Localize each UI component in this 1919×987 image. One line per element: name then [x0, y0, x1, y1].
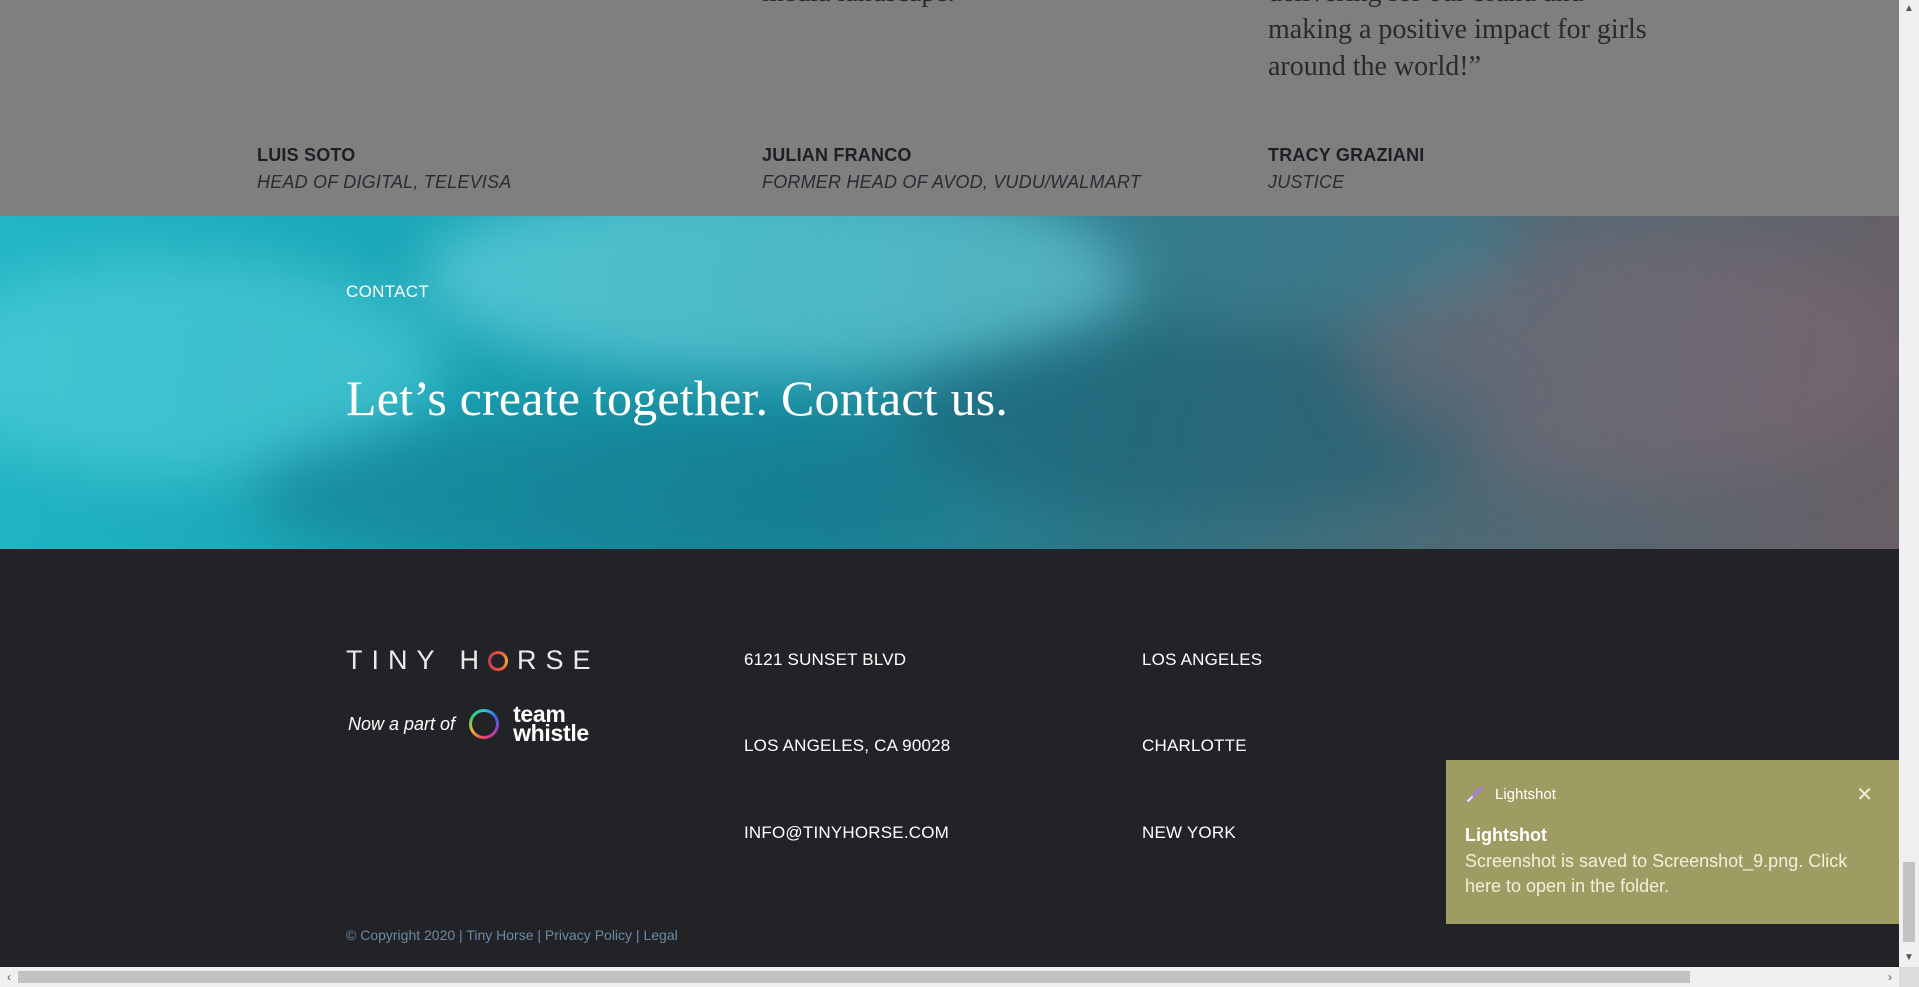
testimonials-section: media landscape.” delivering for our bra… [0, 0, 1899, 216]
scroll-left-arrow-icon[interactable]: ‹ [0, 967, 18, 987]
toast-title: Lightshot [1465, 825, 1547, 845]
author-role: HEAD OF DIGITAL, TELEVISA [257, 172, 512, 192]
address-city-zip: LOS ANGELES, CA 90028 [744, 736, 951, 755]
contact-eyebrow: CONTACT [346, 282, 429, 301]
testimonial-author: JULIAN FRANCO FORMER HEAD OF AVOD, VUDU/… [762, 145, 1141, 193]
city-los-angeles: LOS ANGELES [1142, 650, 1263, 669]
now-part-of-text: Now a part of [348, 713, 456, 734]
team-whistle-badge: Now a part of team whistle [348, 703, 589, 746]
author-name: JULIAN FRANCO [762, 145, 912, 165]
toast-message[interactable]: Screenshot is saved to Screenshot_9.png.… [1465, 849, 1865, 899]
city-charlotte: CHARLOTTE [1142, 736, 1247, 755]
contact-hero: CONTACT Let’s create together. Contact u… [0, 216, 1899, 549]
toast-app-name: Lightshot [1495, 785, 1556, 803]
toast-header: Lightshot [1465, 784, 1556, 804]
scrollbar-corner [1899, 967, 1919, 987]
legal-link[interactable]: Legal [643, 927, 677, 943]
tiny-horse-logo[interactable]: TINY H RSE [346, 645, 600, 676]
city-new-york: NEW YORK [1142, 823, 1236, 842]
email-link[interactable]: INFO@TINYHORSE.COM [744, 823, 949, 843]
page-viewport: media landscape.” delivering for our bra… [0, 0, 1899, 967]
copyright-separator: | [632, 927, 644, 943]
testimonial-quote: media landscape.” [762, 0, 1202, 11]
logo-wordmark: TINY H RSE [346, 645, 600, 675]
team-whistle-ring-icon [469, 709, 499, 739]
scroll-up-arrow-icon[interactable]: ▲ [1899, 0, 1919, 18]
testimonial-author: TRACY GRAZIANI JUSTICE [1268, 145, 1424, 193]
author-name: TRACY GRAZIANI [1268, 145, 1425, 165]
logo-o-ring-icon [488, 651, 508, 671]
horizontal-scrollbar[interactable]: ‹ › [0, 967, 1899, 987]
author-role: JUSTICE [1268, 172, 1345, 192]
logo-text-right: RSE [517, 645, 600, 675]
team-whistle-line2: whistle [513, 720, 589, 746]
lightshot-notification[interactable]: Lightshot ✕ Lightshot Screenshot is save… [1446, 760, 1899, 924]
privacy-policy-link[interactable]: Privacy Policy [545, 927, 632, 943]
scroll-down-arrow-icon[interactable]: ▼ [1899, 949, 1919, 967]
copyright-text: © Copyright 2020 | Tiny Horse | [346, 927, 545, 943]
contact-headline-link[interactable]: Let’s create together. Contact us. [346, 369, 1008, 427]
address-street: 6121 SUNSET BLVD [744, 650, 907, 669]
scroll-right-arrow-icon[interactable]: › [1881, 967, 1899, 987]
logo-text-left: TINY H [346, 645, 489, 675]
testimonial-author: LUIS SOTO HEAD OF DIGITAL, TELEVISA [257, 145, 511, 193]
close-icon[interactable]: ✕ [1856, 782, 1873, 807]
team-whistle-wordmark: team whistle [513, 703, 589, 746]
vertical-scroll-thumb[interactable] [1903, 862, 1915, 942]
copyright-line: © Copyright 2020 | Tiny Horse | Privacy … [346, 927, 678, 943]
vertical-scrollbar[interactable]: ▲ ▼ [1899, 0, 1919, 967]
author-role: FORMER HEAD OF AVOD, VUDU/WALMART [762, 172, 1141, 192]
pen-icon [1466, 786, 1483, 803]
author-name: LUIS SOTO [257, 145, 356, 165]
horizontal-scroll-thumb[interactable] [18, 971, 1690, 983]
testimonial-quote: delivering for our brand and making a po… [1268, 0, 1647, 82]
